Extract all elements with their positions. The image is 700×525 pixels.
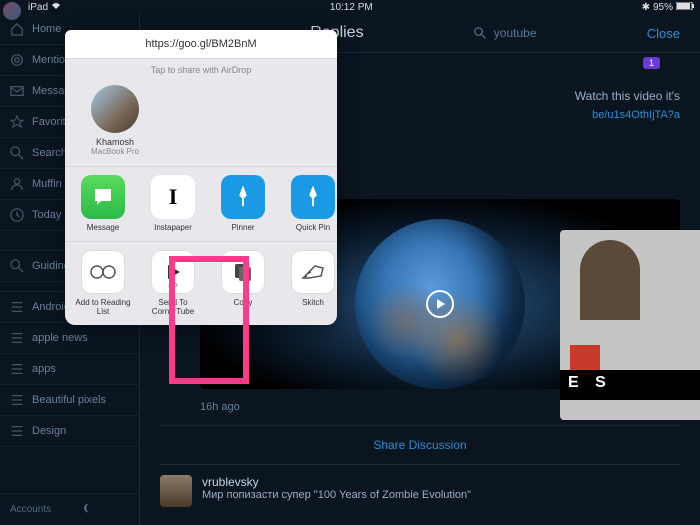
share-row-actions: Add to Reading List PiP Send To CornerTub… — [65, 241, 337, 325]
reply-username[interactable]: vrublevsky — [202, 475, 680, 489]
sidebar-item-label: Beautiful pixels — [32, 394, 106, 406]
sidebar-item-label: apple news — [32, 332, 88, 344]
sidebar-item-label: Today — [32, 209, 61, 221]
sidebar-item-applenews[interactable]: apple news — [0, 323, 139, 354]
share-app-message[interactable]: Message — [71, 175, 135, 233]
list-icon — [10, 424, 24, 438]
readinglist-icon — [81, 250, 125, 294]
home-icon — [10, 22, 24, 36]
status-time: 10:12 PM — [330, 2, 373, 13]
share-app-pinner[interactable]: Pinner — [211, 175, 275, 233]
list-icon — [10, 362, 24, 376]
star-icon — [10, 115, 24, 129]
list-icon — [10, 300, 24, 314]
battery-icon — [676, 2, 694, 13]
search-term: youtube — [494, 26, 537, 40]
reply-text: Мир попизасти супер "100 Years of Zombie… — [202, 489, 680, 501]
share-app-quickpin[interactable]: Quick Pin — [281, 175, 345, 233]
close-button[interactable]: Close — [647, 26, 680, 41]
message-icon — [81, 175, 125, 219]
search-icon — [474, 27, 486, 39]
action-label: Add to Reading List — [71, 298, 135, 317]
skitch-icon — [291, 250, 335, 294]
action-label: Send To CornerTube — [141, 298, 205, 317]
airdrop-avatar-icon — [91, 85, 139, 133]
copy-icon — [221, 250, 265, 294]
list-icon — [10, 331, 24, 345]
share-action-readinglist[interactable]: Add to Reading List — [71, 250, 135, 317]
search-icon — [10, 259, 24, 273]
app-label: Instapaper — [141, 223, 205, 233]
wifi-icon — [51, 2, 61, 13]
profile-avatar[interactable] — [3, 2, 21, 20]
action-label: Skitch — [281, 298, 337, 308]
airdrop-target[interactable]: Khamosh MacBook Pro — [75, 85, 155, 156]
sidebar-item-apps[interactable]: apps — [0, 354, 139, 385]
sidebar-item-label: Home — [32, 23, 61, 35]
app-label: Message — [71, 223, 135, 233]
instapaper-icon: I — [151, 175, 195, 219]
video-side-text: E S — [560, 370, 700, 400]
play-icon[interactable] — [426, 290, 454, 318]
mail-icon — [10, 84, 24, 98]
reply-avatar[interactable] — [160, 475, 192, 507]
notification-badge[interactable]: 1 — [643, 57, 660, 69]
device-label: iPad — [28, 2, 48, 13]
red-block — [570, 345, 600, 370]
sidebar-item-label: Design — [32, 425, 66, 437]
sidebar-item-design[interactable]: Design — [0, 416, 139, 447]
app-label: Quick Pin — [281, 223, 345, 233]
share-action-cornertube[interactable]: PiP Send To CornerTube — [141, 250, 205, 317]
sidebar-item-label: Muffin — [32, 178, 62, 190]
reply-post[interactable]: vrublevsky Мир попизасти супер "100 Year… — [160, 475, 680, 507]
share-discussion-button[interactable]: Share Discussion — [160, 426, 680, 465]
sidebar-item-label: apps — [32, 363, 56, 375]
user-icon — [10, 177, 24, 191]
share-url[interactable]: https://goo.gl/BM2BnM — [65, 30, 337, 59]
share-app-instapaper[interactable]: I Instapaper — [141, 175, 205, 233]
action-label: Copy — [211, 298, 275, 308]
list-icon — [10, 393, 24, 407]
moon-icon[interactable] — [81, 502, 93, 517]
airdrop-label: Tap to share with AirDrop — [65, 59, 337, 81]
accounts-button[interactable]: Accounts — [10, 504, 51, 515]
sidebar-item-label: Search — [32, 147, 67, 159]
share-sheet: https://goo.gl/BM2BnM Tap to share with … — [65, 30, 337, 325]
sidebar-item-beautifulpixels[interactable]: Beautiful pixels — [0, 385, 139, 416]
airdrop-name: Khamosh — [75, 137, 155, 147]
quickpin-icon — [291, 175, 335, 219]
battery-percent: 95% — [653, 2, 673, 13]
at-icon — [10, 53, 24, 67]
share-row-apps: Message IInstapaper Pinner Quick Pin — [65, 166, 337, 241]
bluetooth-icon: ✱ — [642, 2, 650, 13]
video-side-thumbnail[interactable]: E S — [560, 230, 700, 420]
cornertube-icon: PiP — [151, 250, 195, 294]
status-bar: iPad 10:12 PM ✱ 95% — [0, 0, 700, 14]
clock-icon — [10, 208, 24, 222]
airdrop-device: MacBook Pro — [75, 147, 155, 156]
share-action-copy[interactable]: Copy — [211, 250, 275, 317]
pinner-icon — [221, 175, 265, 219]
app-label: Pinner — [211, 223, 275, 233]
share-action-skitch[interactable]: Skitch — [281, 250, 337, 317]
search-icon — [10, 146, 24, 160]
